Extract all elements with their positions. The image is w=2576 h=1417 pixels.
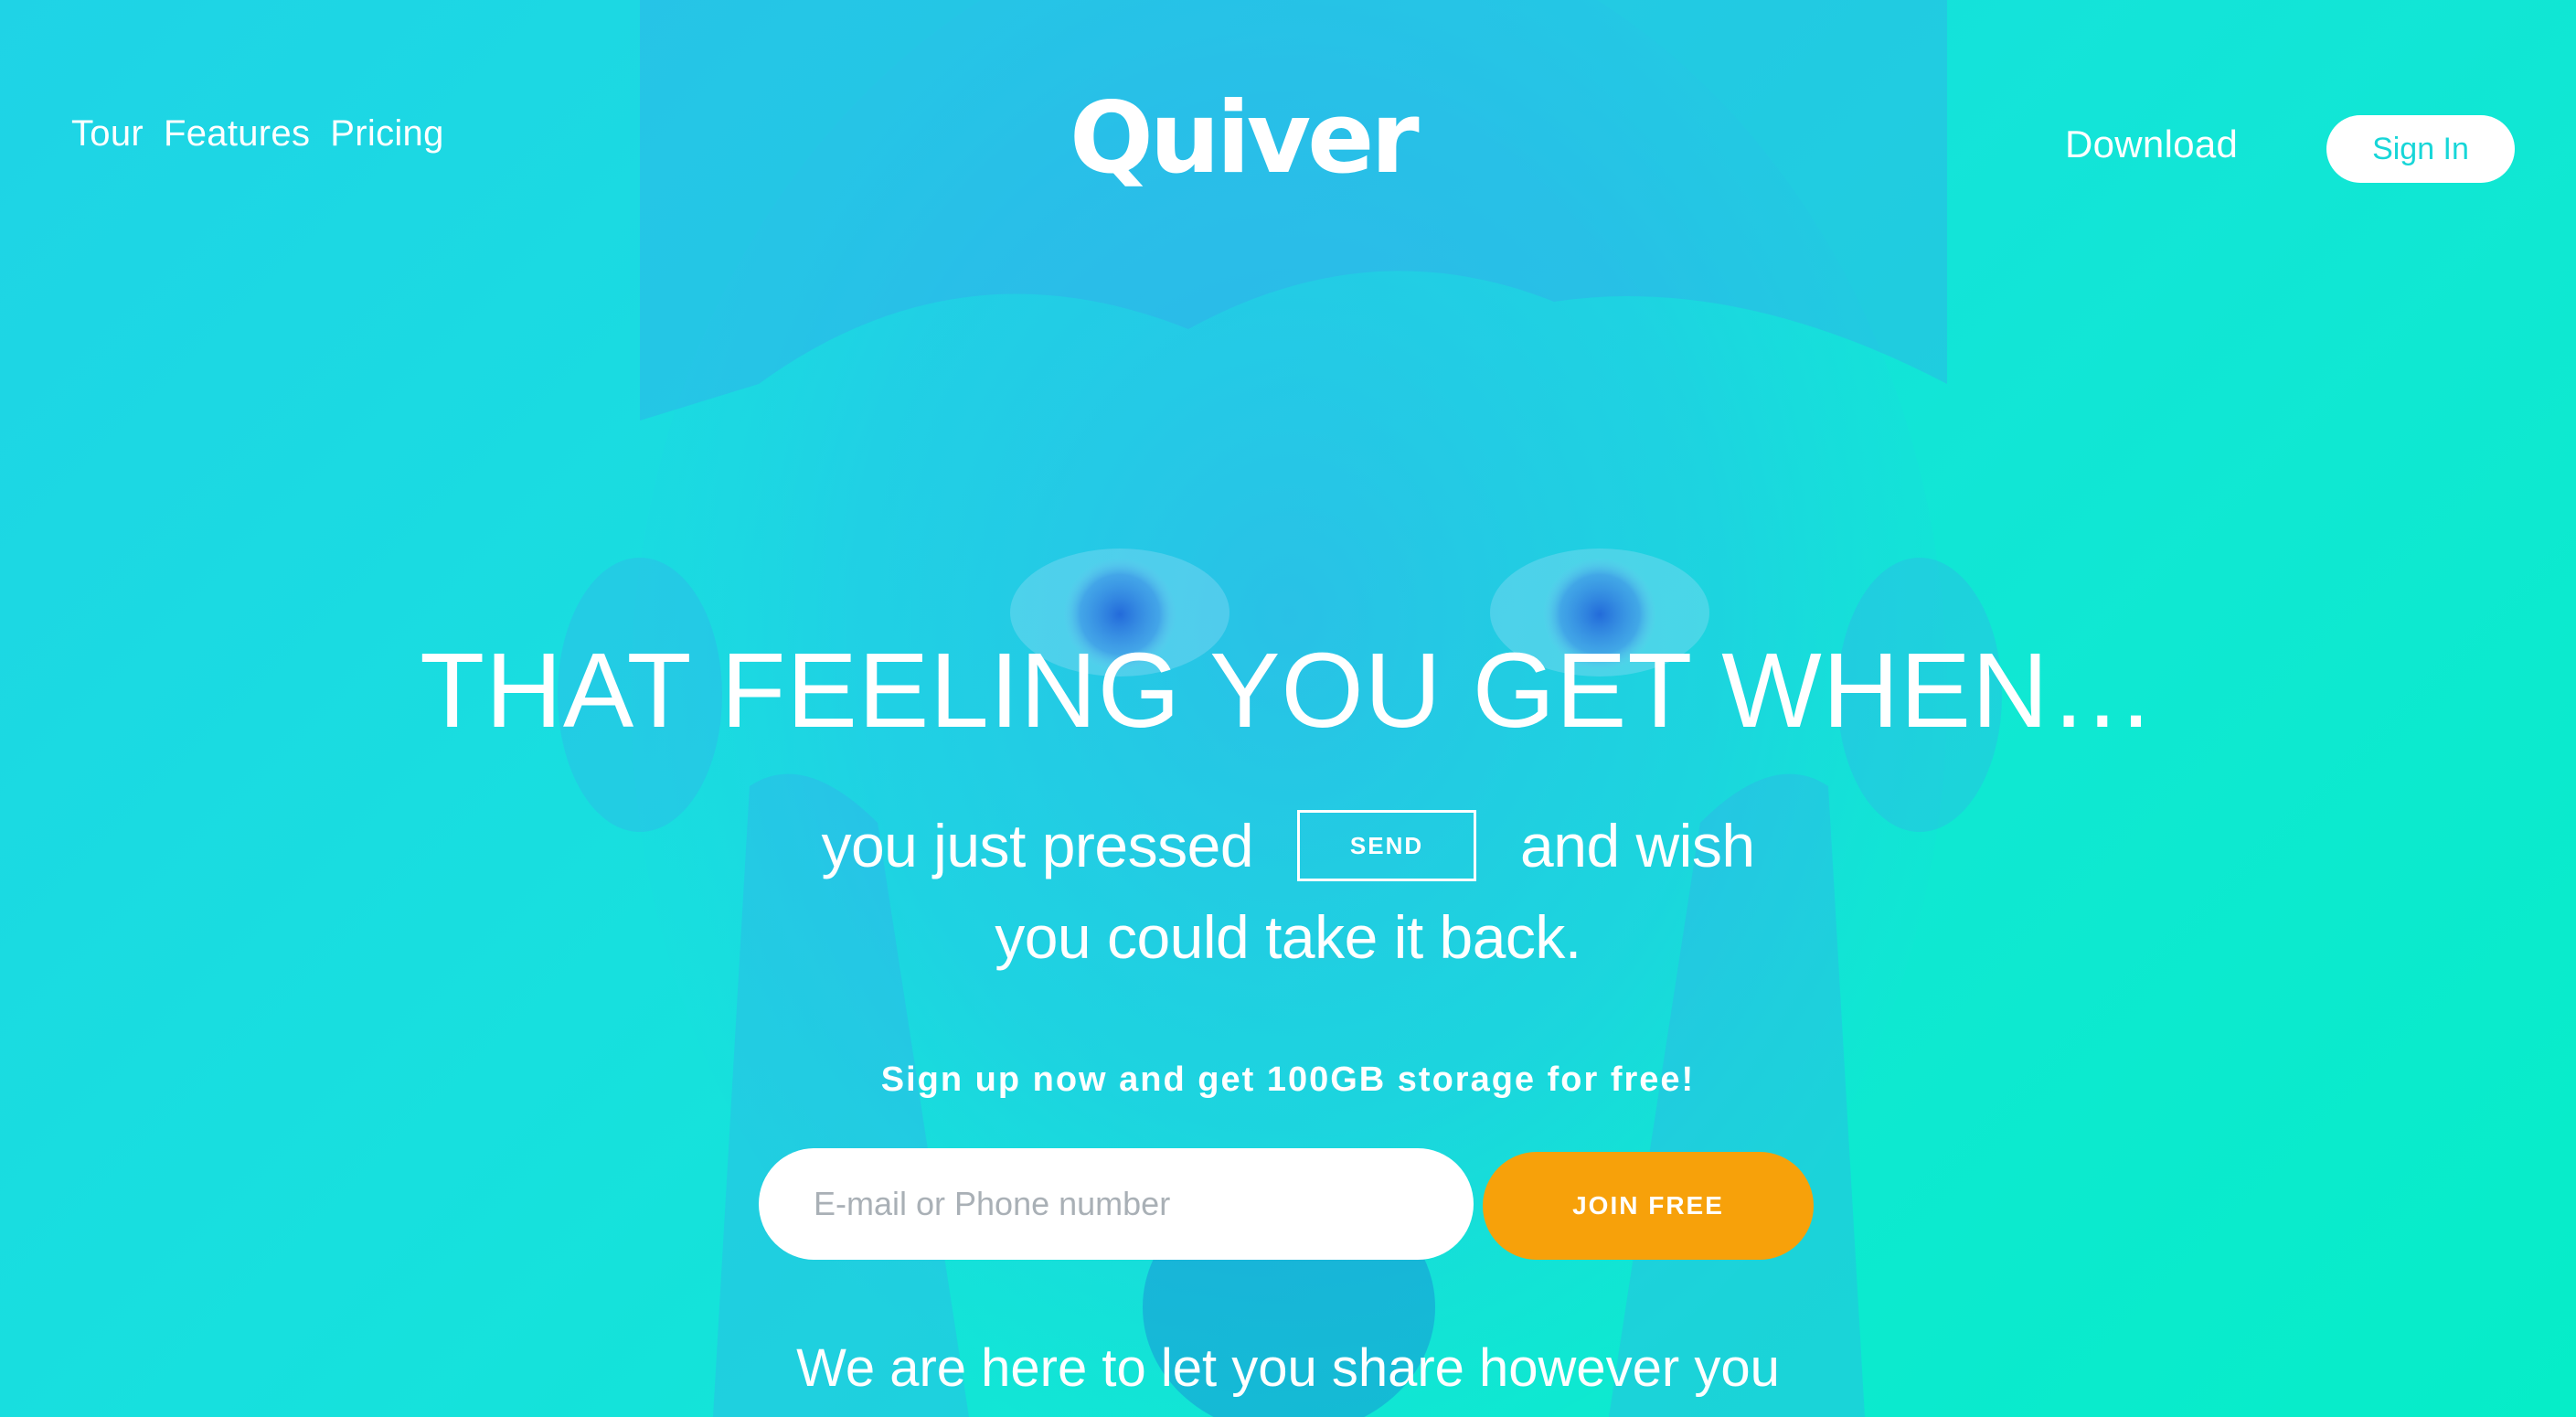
nav-pricing-link[interactable]: Pricing <box>330 113 443 154</box>
sign-in-button[interactable]: Sign In <box>2326 115 2515 183</box>
hero-subline: you just pressed SEND and wish <box>0 809 2576 882</box>
download-link[interactable]: Download <box>2065 123 2238 166</box>
quiver-logo[interactable]: Quiver <box>1070 84 1420 194</box>
promo-text: Sign up now and get 100GB storage for fr… <box>880 1060 1696 1099</box>
hero-subline-second: you could take it back. <box>995 903 1581 971</box>
nav-tour-link[interactable]: Tour <box>71 113 144 154</box>
subline-text-before: you just pressed <box>821 812 1254 879</box>
email-or-phone-input[interactable] <box>759 1148 1474 1260</box>
hero-headline: THAT FEELING YOU GET WHEN… <box>420 631 2156 750</box>
nav-features-link[interactable]: Features <box>164 113 310 154</box>
send-button-illustration: SEND <box>1297 810 1477 881</box>
bottom-tagline: We are here to let you share however you <box>796 1338 1780 1398</box>
join-free-button[interactable]: JOIN FREE <box>1483 1152 1814 1260</box>
landing-page: Tour Features Pricing Quiver Download Si… <box>0 0 2576 1417</box>
subline-text-after: and wish <box>1520 812 1755 879</box>
primary-nav: Tour Features Pricing <box>71 113 444 154</box>
